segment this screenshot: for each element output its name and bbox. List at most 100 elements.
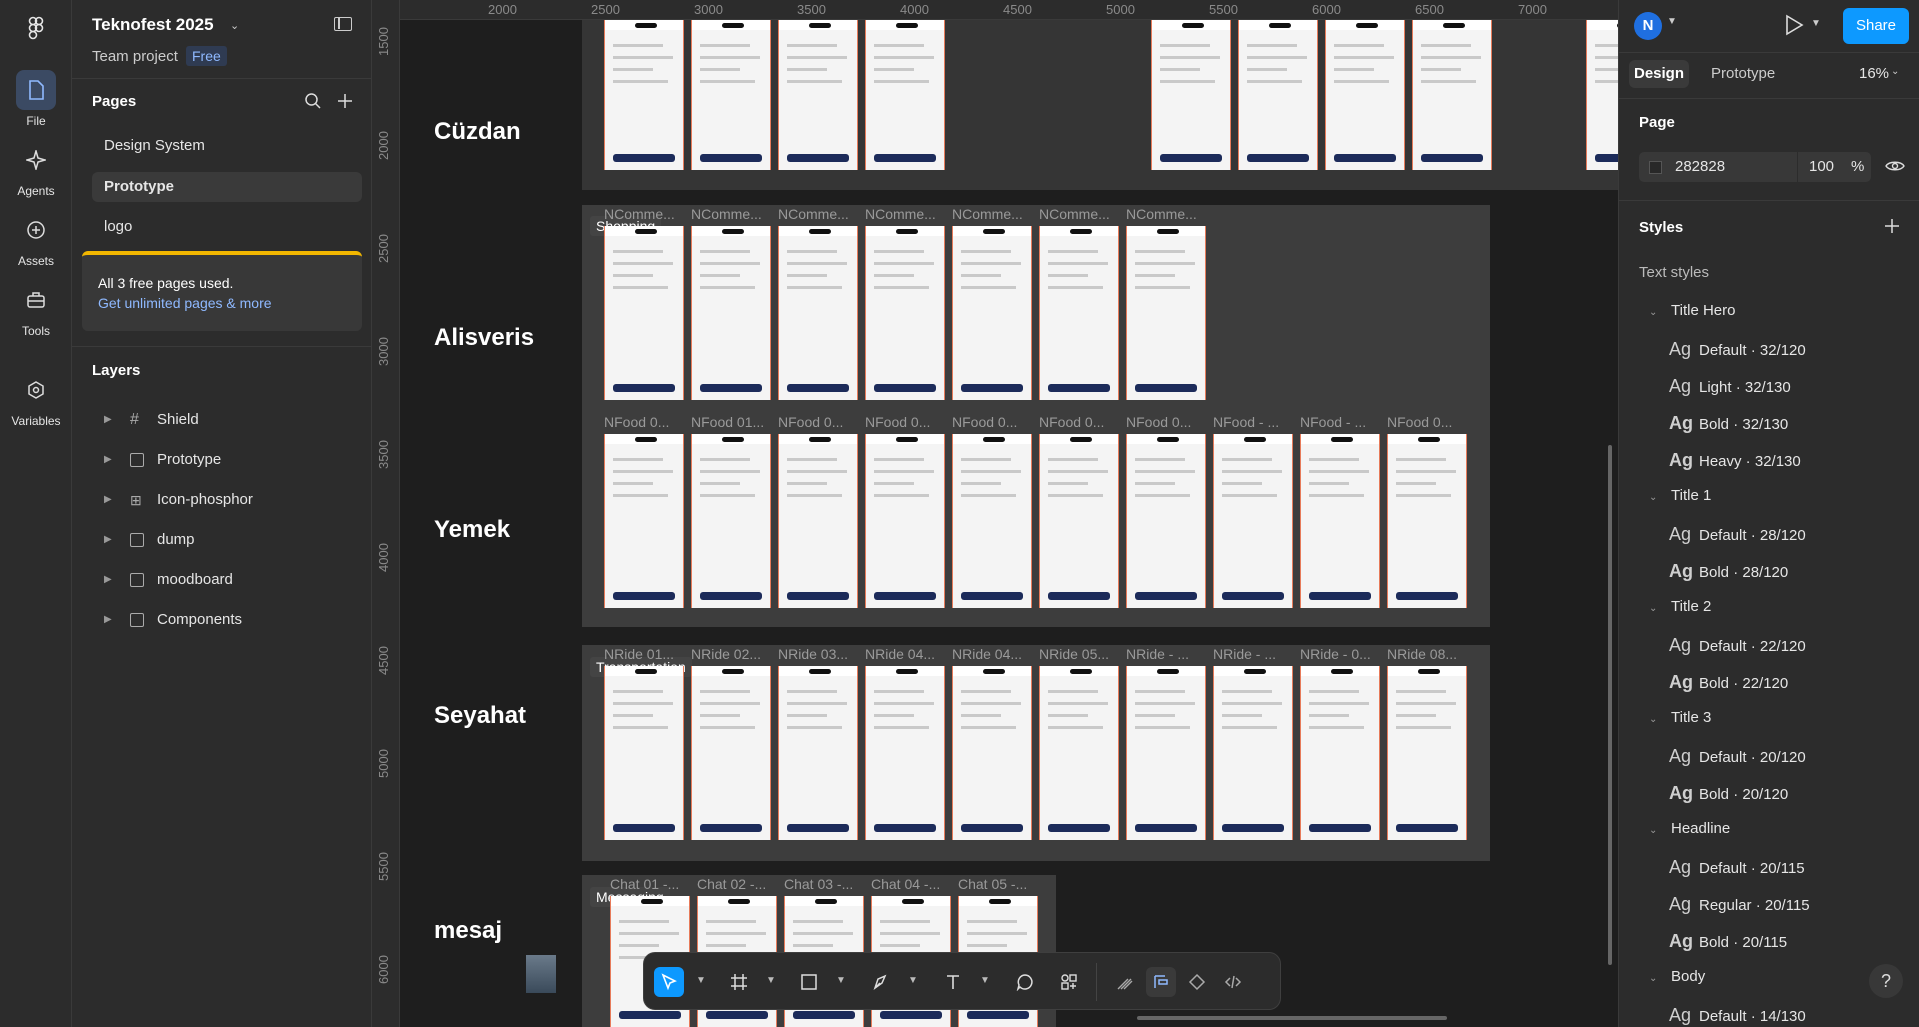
phone-frame[interactable] — [1151, 20, 1231, 170]
phone-frame[interactable] — [1213, 434, 1293, 608]
frame-title[interactable]: Chat 02 -... — [697, 876, 777, 892]
add-style-icon[interactable] — [1883, 217, 1901, 239]
phone-frame[interactable] — [778, 226, 858, 400]
share-button[interactable]: Share — [1843, 8, 1909, 44]
chevron-down-icon[interactable]: ▼ — [836, 975, 846, 986]
caret-right-icon[interactable]: ▶ — [104, 486, 112, 514]
frame-title[interactable]: NFood 0... — [952, 414, 1032, 430]
phone-frame[interactable] — [1126, 666, 1206, 840]
phone-frame[interactable] — [1126, 226, 1206, 400]
phone-frame[interactable] — [604, 666, 684, 840]
page-item-design-system[interactable]: Design System — [92, 131, 362, 161]
chevron-down-icon[interactable]: ⌄ — [1649, 825, 1671, 836]
phone-frame[interactable] — [952, 226, 1032, 400]
rectangle-tool-icon[interactable] — [794, 967, 824, 997]
image-thumbnail[interactable] — [526, 955, 556, 993]
phone-frame[interactable] — [865, 20, 945, 170]
caret-right-icon[interactable]: ▶ — [104, 406, 112, 434]
caret-right-icon[interactable]: ▶ — [104, 566, 112, 594]
chevron-down-icon[interactable]: ⌄ — [1649, 603, 1671, 614]
text-style-item[interactable]: Ag Heavy · 32/130 — [1669, 450, 1801, 471]
chevron-down-icon[interactable]: ▼ — [766, 975, 776, 986]
frame-title[interactable]: NFood 0... — [778, 414, 858, 430]
phone-frame[interactable] — [1300, 434, 1380, 608]
comment-tool-icon[interactable] — [1010, 967, 1040, 997]
frame-title[interactable]: NRide - 0... — [1300, 646, 1380, 662]
toggle-sidebar-icon[interactable] — [334, 17, 352, 31]
text-style-item[interactable]: Ag Default · 20/115 — [1669, 857, 1805, 878]
frame-tool-icon[interactable] — [724, 967, 754, 997]
phone-frame[interactable] — [1325, 20, 1405, 170]
phone-frame[interactable] — [1039, 226, 1119, 400]
figma-menu-icon[interactable] — [22, 14, 50, 42]
chevron-down-icon[interactable]: ▼ — [908, 975, 918, 986]
frame-title[interactable]: NRide - ... — [1213, 646, 1293, 662]
caret-right-icon[interactable]: ▶ — [104, 606, 112, 634]
layer-icon-phosphor[interactable]: ▶ ⊞ Icon-phosphor — [92, 486, 362, 514]
component-mode-icon[interactable] — [1182, 967, 1212, 997]
frame-title[interactable]: Chat 04 -... — [871, 876, 951, 892]
chevron-down-icon[interactable]: ⌄ — [1649, 492, 1671, 503]
eye-icon[interactable] — [1885, 158, 1905, 178]
phone-frame[interactable] — [691, 434, 771, 608]
layer-components[interactable]: ▶ Components — [92, 606, 362, 634]
frame-title[interactable]: NRide 08... — [1387, 646, 1467, 662]
style-group-0[interactable]: ⌄ Title Hero — [1649, 302, 1735, 319]
text-style-item[interactable]: Ag Bold · 28/120 — [1669, 561, 1788, 582]
phone-frame[interactable] — [952, 666, 1032, 840]
caret-right-icon[interactable]: ▶ — [104, 526, 112, 554]
upsell-link[interactable]: Get unlimited pages & more — [98, 295, 272, 311]
layer-moodboard[interactable]: ▶ moodboard — [92, 566, 362, 594]
phone-frame[interactable] — [865, 434, 945, 608]
chevron-down-icon[interactable]: ⌄ — [1649, 307, 1671, 318]
rail-agents[interactable]: Agents — [0, 140, 72, 198]
vertical-scrollbar[interactable] — [1608, 445, 1612, 965]
actions-tool-icon[interactable] — [1054, 967, 1084, 997]
chevron-down-icon[interactable]: ⌄ — [1649, 714, 1671, 725]
phone-frame[interactable] — [1387, 666, 1467, 840]
layer-dump[interactable]: ▶ dump — [92, 526, 362, 554]
phone-frame[interactable] — [604, 20, 684, 170]
frame-title[interactable]: NRide - ... — [1126, 646, 1206, 662]
frame-title[interactable]: NRide 02... — [691, 646, 771, 662]
phone-frame[interactable] — [778, 20, 858, 170]
phone-frame[interactable] — [691, 20, 771, 170]
frame-title[interactable]: NFood 0... — [865, 414, 945, 430]
zoom-level[interactable]: 16% — [1859, 60, 1889, 88]
phone-frame[interactable] — [865, 226, 945, 400]
phone-frame[interactable] — [1238, 20, 1318, 170]
frame-title[interactable]: Chat 03 -... — [784, 876, 864, 892]
chevron-down-icon[interactable]: ▼ — [696, 975, 706, 986]
text-style-item[interactable]: Ag Default · 20/120 — [1669, 746, 1806, 767]
page-color-field[interactable]: 282828 100 % — [1639, 152, 1871, 182]
text-style-item[interactable]: Ag Bold · 22/120 — [1669, 672, 1788, 693]
phone-frame[interactable] — [1039, 666, 1119, 840]
style-group-1[interactable]: ⌄ Title 1 — [1649, 487, 1711, 504]
frame-title[interactable]: NComme... — [691, 206, 771, 222]
text-style-item[interactable]: Ag Bold · 32/130 — [1669, 413, 1788, 434]
phone-frame[interactable] — [1412, 20, 1492, 170]
frame-title[interactable]: NFood 0... — [1387, 414, 1467, 430]
frame-title[interactable]: NFood 0... — [604, 414, 684, 430]
dev-mode-icon[interactable] — [1218, 967, 1248, 997]
frame-title[interactable]: NComme... — [1039, 206, 1119, 222]
file-title[interactable]: Teknofest 2025 — [92, 15, 214, 35]
style-group-3[interactable]: ⌄ Title 3 — [1649, 709, 1711, 726]
frame-title[interactable]: NFood - ... — [1300, 414, 1380, 430]
design-mode-icon[interactable] — [1146, 967, 1176, 997]
color-swatch[interactable] — [1649, 161, 1662, 174]
present-play-icon[interactable] — [1784, 14, 1804, 40]
chevron-down-icon[interactable]: ⌄ — [1649, 973, 1671, 984]
text-style-item[interactable]: Ag Default · 32/120 — [1669, 339, 1806, 360]
rail-file[interactable]: File — [0, 70, 72, 128]
phone-frame[interactable] — [778, 666, 858, 840]
text-style-item[interactable]: Ag Light · 32/130 — [1669, 376, 1791, 397]
text-style-item[interactable]: Ag Regular · 20/115 — [1669, 894, 1810, 915]
style-group-2[interactable]: ⌄ Title 2 — [1649, 598, 1711, 615]
tab-prototype[interactable]: Prototype — [1711, 60, 1775, 88]
frame-title[interactable]: NFood - ... — [1213, 414, 1293, 430]
phone-frame[interactable] — [1213, 666, 1293, 840]
text-tool-icon[interactable] — [938, 967, 968, 997]
avatar[interactable]: N — [1634, 12, 1662, 40]
phone-frame[interactable] — [1039, 434, 1119, 608]
